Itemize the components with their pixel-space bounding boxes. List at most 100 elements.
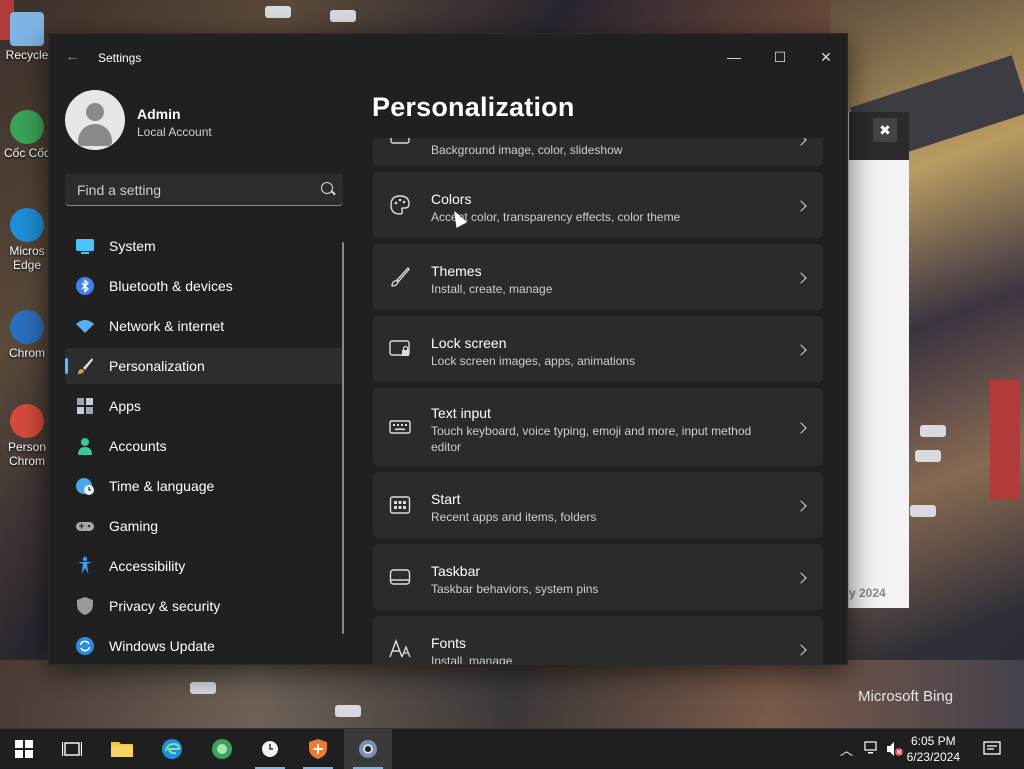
settings-taskbar-button[interactable]: [344, 729, 392, 769]
card-themes[interactable]: Themes Install, create, manage: [373, 244, 823, 310]
sidebar-item-label: Accounts: [109, 438, 167, 454]
close-icon[interactable]: ✖: [873, 118, 897, 142]
card-description: Background image, color, slideshow: [431, 143, 623, 157]
sidebar-item-bluetooth[interactable]: Bluetooth & devices: [65, 268, 343, 304]
desktop-icon-label: Micros Edge: [9, 244, 45, 272]
palette-icon: [390, 195, 410, 215]
sidebar-item-network[interactable]: Network & internet: [65, 308, 343, 344]
minimize-button[interactable]: —: [711, 42, 757, 72]
chevron-up-icon[interactable]: ︿: [840, 740, 853, 759]
wallpaper-car: [190, 682, 216, 694]
search-icon[interactable]: [321, 182, 333, 194]
wallpaper-car: [330, 10, 356, 22]
clock-app-icon: [262, 741, 278, 757]
wallpaper-car: [265, 6, 291, 18]
search-input[interactable]: [75, 174, 309, 206]
sidebar-item-accounts[interactable]: Accounts: [65, 428, 343, 464]
desktop-icon-personal-chrome[interactable]: Person Chrom: [4, 404, 50, 468]
close-button[interactable]: ✕: [803, 42, 847, 72]
card-fonts[interactable]: Fonts Install, manage: [373, 616, 823, 664]
coccoc-taskbar-button[interactable]: [198, 729, 246, 769]
back-arrow-icon[interactable]: ←: [65, 48, 80, 65]
sidebar-item-label: Personalization: [109, 358, 205, 374]
desktop-icon-label: Cốc Cốc: [4, 146, 50, 160]
chevron-right-icon: [795, 138, 807, 146]
wallpaper-car: [920, 425, 946, 437]
start-button[interactable]: [0, 729, 48, 769]
sidebar-item-accessibility[interactable]: Accessibility: [65, 548, 343, 584]
desktop-icon-label: Chrom: [8, 346, 45, 360]
maximize-button[interactable]: ☐: [757, 42, 803, 72]
notification-center-icon[interactable]: [983, 741, 1001, 757]
wifi-icon: [76, 320, 94, 333]
desktop-icon-label: Recycle: [5, 48, 49, 62]
desktop-icon-recycle-bin[interactable]: Recycle: [4, 12, 50, 62]
card-start[interactable]: Start Recent apps and items, folders: [373, 472, 823, 538]
apps-icon: [77, 398, 93, 414]
wallpaper-building: [990, 380, 1020, 500]
coccoc-icon: [212, 739, 232, 759]
start-icon: [389, 496, 411, 514]
chevron-right-icon: [795, 272, 807, 284]
desktop-icon-coccoc[interactable]: Cốc Cốc: [4, 110, 50, 160]
background-window-text: y 2024: [849, 586, 886, 600]
sidebar-item-gaming[interactable]: Gaming: [65, 508, 343, 544]
coccoc-icon: [10, 110, 44, 144]
desktop-icon-edge[interactable]: Micros Edge: [4, 208, 50, 272]
security-app-button[interactable]: [294, 729, 342, 769]
clock[interactable]: 6:05 PM 6/23/2024: [907, 733, 960, 765]
sidebar-item-time-language[interactable]: Time & language: [65, 468, 343, 504]
bluetooth-icon: [76, 277, 94, 295]
chevron-right-icon: [795, 344, 807, 356]
card-title: Taskbar: [431, 563, 481, 579]
sidebar-item-windows-update[interactable]: Windows Update: [65, 628, 343, 664]
person-icon: [78, 438, 92, 455]
title-bar[interactable]: ← Settings — ☐ ✕: [49, 34, 847, 80]
card-text-input[interactable]: Text input Touch keyboard, voice typing,…: [373, 388, 823, 466]
card-taskbar[interactable]: Taskbar Taskbar behaviors, system pins: [373, 544, 823, 610]
sidebar-item-privacy-security[interactable]: Privacy & security: [65, 588, 343, 624]
file-explorer-button[interactable]: [98, 729, 146, 769]
card-description: Lock screen images, apps, animations: [431, 354, 636, 368]
personalization-list: Background image, color, slideshow Color…: [373, 138, 825, 664]
avatar[interactable]: [65, 90, 125, 150]
accessibility-icon: [78, 556, 92, 574]
sidebar-nav: System Bluetooth & devices Network & int…: [65, 228, 343, 664]
wallpaper-car: [335, 705, 361, 717]
task-view-icon: [62, 742, 82, 756]
card-title: Fonts: [431, 635, 467, 651]
chrome-icon: [10, 310, 44, 344]
sidebar-item-label: Gaming: [109, 518, 159, 534]
edge-taskbar-button[interactable]: [148, 729, 196, 769]
network-icon[interactable]: [864, 741, 880, 755]
sidebar-item-label: Bluetooth & devices: [109, 278, 233, 294]
shield-icon: [77, 597, 93, 615]
sidebar-item-label: Time & language: [109, 478, 215, 494]
chrome-icon: [10, 404, 44, 438]
sidebar-item-system[interactable]: System: [65, 228, 343, 264]
sidebar-item-personalization[interactable]: Personalization: [65, 348, 343, 384]
profile-account-type: Local Account: [137, 125, 212, 139]
card-lock-screen[interactable]: Lock screen Lock screen images, apps, an…: [373, 316, 823, 382]
avatar-head: [86, 103, 104, 121]
sidebar-item-apps[interactable]: Apps: [65, 388, 343, 424]
card-description: Taskbar behaviors, system pins: [431, 582, 599, 596]
sidebar-scrollbar[interactable]: [342, 242, 344, 634]
background-browser-window[interactable]: ✖ y 2024: [848, 112, 909, 608]
card-background[interactable]: Background image, color, slideshow: [373, 138, 823, 166]
volume-muted-icon[interactable]: [886, 741, 904, 757]
desktop-icon-chrome[interactable]: Chrom: [4, 310, 50, 360]
card-title: Themes: [431, 263, 482, 279]
card-description: Install, create, manage: [431, 282, 553, 296]
clock-app-button[interactable]: [246, 729, 294, 769]
card-colors[interactable]: Colors Accent color, transparency effect…: [373, 172, 823, 238]
sidebar-item-label: Accessibility: [109, 558, 186, 574]
task-view-button[interactable]: [48, 729, 96, 769]
keyboard-icon: [389, 420, 411, 434]
bing-watermark: Microsoft Bing: [858, 688, 954, 705]
sidebar-item-label: Network & internet: [109, 318, 225, 334]
windows-logo-icon: [15, 740, 33, 758]
settings-app-icon: [359, 740, 377, 758]
wallpaper-car: [915, 450, 941, 462]
brush-icon: [391, 266, 410, 287]
